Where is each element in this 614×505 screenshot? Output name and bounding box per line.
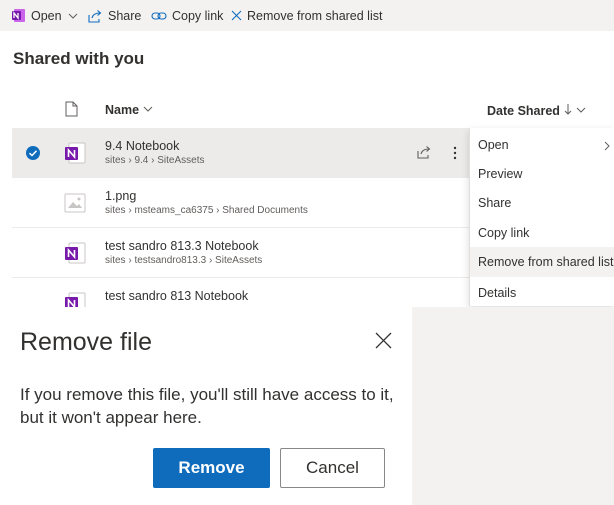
close-icon[interactable]: [375, 332, 392, 354]
chevron-right-icon: [603, 140, 611, 154]
dialog-title: Remove file: [20, 328, 152, 356]
context-menu-label: Details: [478, 286, 517, 300]
chevron-down-icon: [139, 103, 153, 117]
share-icon: [88, 9, 103, 23]
copy-link-button[interactable]: Copy link: [151, 0, 223, 31]
context-menu-item-share[interactable]: Share: [470, 188, 614, 218]
close-icon: [231, 10, 242, 21]
page-title: Shared with you: [13, 49, 145, 68]
chevron-down-icon: [68, 11, 78, 21]
share-button[interactable]: Share: [88, 0, 141, 31]
dialog-message: If you remove this file, you'll still ha…: [20, 385, 394, 427]
context-menu-label: Remove from shared list: [478, 255, 614, 269]
image-file-icon: [64, 192, 86, 219]
open-label: Open: [31, 8, 62, 23]
context-menu-label: Preview: [478, 167, 523, 181]
link-icon: [151, 10, 167, 22]
context-menu-label: Copy link: [478, 226, 530, 240]
onenote-file-icon: [64, 242, 86, 269]
context-menu: Open Preview Share Copy link Remove from…: [469, 128, 614, 306]
context-menu-item-copy-link[interactable]: Copy link: [470, 218, 614, 248]
selected-check-icon[interactable]: [26, 146, 40, 160]
remove-button[interactable]: Remove: [153, 448, 270, 488]
remove-label: Remove from shared list: [247, 8, 383, 23]
file-name[interactable]: test sandro 813 Notebook: [105, 289, 248, 303]
remove-file-dialog: Remove file If you remove this file, you…: [0, 307, 412, 505]
context-menu-label: Share: [478, 196, 512, 210]
cancel-button[interactable]: Cancel: [280, 448, 385, 488]
onenote-file-icon: [64, 142, 86, 169]
remove-from-shared-list-button[interactable]: Remove from shared list: [231, 0, 382, 31]
column-header-date-shared[interactable]: Date Shared: [487, 103, 586, 118]
context-menu-item-preview[interactable]: Preview: [470, 159, 614, 189]
file-path: sites › testsandro813.3 › SiteAssets: [105, 255, 263, 266]
copy-link-label: Copy link: [172, 8, 224, 23]
file-path: sites › msteams_ca6375 › Shared Document…: [105, 205, 308, 216]
chevron-down-icon: [572, 104, 586, 118]
share-label: Share: [108, 8, 142, 23]
column-name-label: Name: [105, 103, 140, 117]
context-menu-item-remove[interactable]: Remove from shared list: [470, 247, 614, 277]
onenote-icon: [11, 8, 26, 23]
context-menu-label: Open: [478, 138, 509, 152]
file-name[interactable]: 1.png: [105, 189, 136, 203]
column-date-label: Date Shared: [487, 103, 560, 118]
list-header: Name Date Shared: [0, 92, 614, 128]
modal-backdrop: [412, 307, 614, 505]
open-button[interactable]: Open: [11, 0, 78, 31]
context-menu-item-details[interactable]: Details: [470, 278, 614, 308]
file-type-icon[interactable]: [61, 101, 78, 120]
sort-descending-icon: [560, 103, 572, 118]
command-bar: Open Share Copy link Remove from shared …: [0, 0, 614, 31]
column-header-name[interactable]: Name: [105, 103, 153, 117]
file-name[interactable]: test sandro 813.3 Notebook: [105, 239, 259, 253]
file-name[interactable]: 9.4 Notebook: [105, 139, 179, 153]
context-menu-item-open[interactable]: Open: [470, 130, 614, 160]
share-icon[interactable]: [417, 145, 432, 164]
more-options-icon[interactable]: [453, 146, 457, 165]
file-path: sites › 9.4 › SiteAssets: [105, 155, 205, 166]
